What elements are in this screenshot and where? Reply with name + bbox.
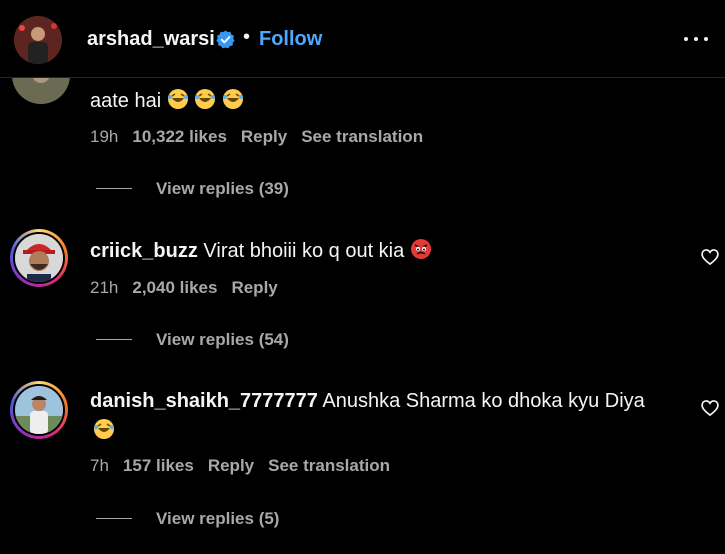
comment-time[interactable]: 19h [90, 127, 118, 146]
comment-time[interactable]: 21h [90, 278, 118, 297]
laughing-emoji-icon [167, 88, 189, 116]
see-translation-button[interactable]: See translation [301, 127, 423, 146]
view-replies-button[interactable]: View replies (39) [156, 179, 289, 199]
view-replies-button[interactable]: View replies (54) [156, 330, 289, 350]
comment-meta: 21h 2,040 likes Reply [90, 278, 278, 298]
replies-divider [96, 518, 132, 519]
replies-divider [96, 339, 132, 340]
comment-text-continued [93, 418, 115, 446]
angry-emoji-icon [410, 238, 432, 266]
commenter-username[interactable]: criick_buzz [90, 240, 198, 262]
separator-dot: • [243, 26, 251, 48]
like-heart-icon[interactable] [700, 247, 720, 267]
comment-meta: 19h 10,322 likes Reply See translation [90, 127, 423, 147]
comment-likes[interactable]: 2,040 likes [132, 278, 217, 297]
laughing-emoji-icon [93, 418, 115, 446]
post-header: arshad_warsi • Follow [0, 0, 725, 78]
reply-button[interactable]: Reply [208, 456, 254, 475]
view-replies-button[interactable]: View replies (5) [156, 509, 279, 529]
commenter-avatar[interactable] [10, 229, 68, 287]
like-heart-icon[interactable] [700, 398, 720, 418]
reply-button[interactable]: Reply [241, 127, 287, 146]
replies-divider [96, 188, 132, 189]
see-translation-button[interactable]: See translation [268, 456, 390, 475]
comment-time[interactable]: 7h [90, 456, 109, 475]
reply-button[interactable]: Reply [231, 278, 277, 297]
comment-meta: 7h 157 likes Reply See translation [90, 456, 390, 476]
comment-text: danish_shaikh_7777777 Anushka Sharma ko … [90, 390, 645, 412]
author-username[interactable]: arshad_warsi [87, 28, 215, 51]
commenter-avatar[interactable] [10, 381, 68, 439]
laughing-emoji-icon [194, 88, 216, 116]
comment-text: criick_buzz Virat bhoiii ko q out kia [90, 238, 432, 266]
verified-badge-icon [216, 30, 235, 49]
follow-button[interactable]: Follow [259, 28, 322, 51]
laughing-emoji-icon [222, 88, 244, 116]
commenter-username[interactable]: danish_shaikh_7777777 [90, 390, 318, 412]
comment-likes[interactable]: 10,322 likes [132, 127, 227, 146]
more-options-icon[interactable] [683, 30, 709, 48]
author-avatar[interactable] [14, 16, 62, 64]
comment-likes[interactable]: 157 likes [123, 456, 194, 475]
comment-text: aate hai [90, 88, 244, 116]
